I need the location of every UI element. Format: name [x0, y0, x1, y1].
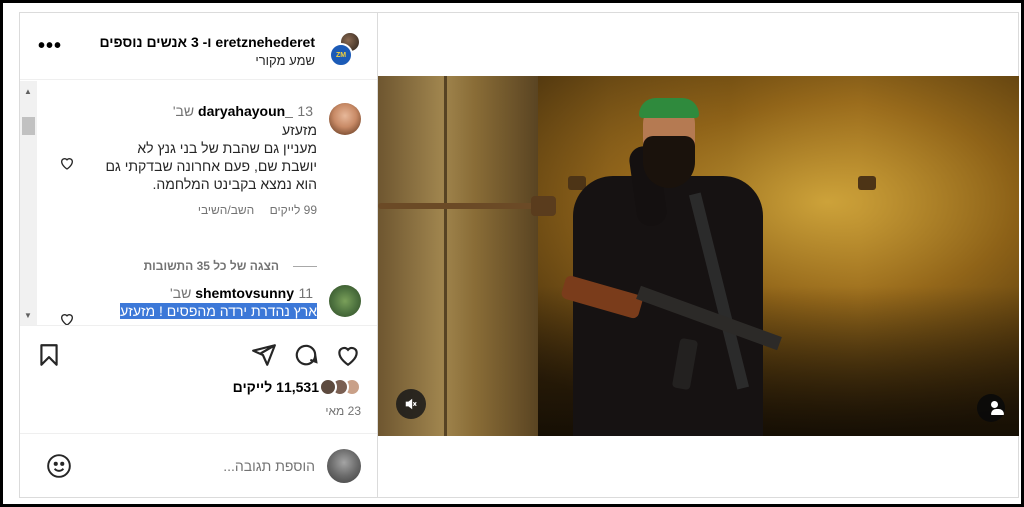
- comment: shemtovsunny 11 שב' ארץ נהדרת ירדה מהפסי…: [41, 285, 361, 325]
- emoji-icon[interactable]: [46, 453, 72, 479]
- video-pipe: [378, 203, 553, 209]
- avatar[interactable]: [329, 285, 361, 317]
- likes-count: 11,531 לייקים: [232, 379, 319, 395]
- screenshot-frame: ZM eretznehederet ו- 3 אנשים נוספים שמע …: [0, 0, 1024, 507]
- view-replies-label: הצגה של כל 35 התשובות: [143, 259, 279, 273]
- comment-body: shemtovsunny 11 שב' ארץ נהדרת ירדה מהפסי…: [87, 285, 317, 321]
- scrollbar-thumb[interactable]: [22, 117, 35, 135]
- comment-username[interactable]: daryahayoun_: [198, 103, 293, 119]
- bookmark-icon[interactable]: [36, 342, 62, 368]
- comments-list[interactable]: ▲ ▼ daryahayoun_ 13 שב' מזעזע מעניין גם …: [20, 81, 377, 325]
- replies-divider: [293, 266, 317, 268]
- post-actions: 11,531 לייקים 23 מאי: [20, 325, 377, 425]
- comment-line: הוא נמצא בקבינט המלחמה.: [152, 176, 318, 192]
- comment-line: מזעזע: [282, 122, 317, 138]
- scroll-down-arrow[interactable]: ▼: [24, 311, 32, 320]
- video-lamp: [858, 176, 876, 190]
- author-avatars[interactable]: ZM: [329, 31, 361, 67]
- avatar[interactable]: [329, 103, 361, 135]
- scrollbar[interactable]: ▲ ▼: [20, 81, 37, 325]
- comment-line: יושבת שם, פעם אחרונה שבדקתי גם: [105, 158, 317, 174]
- comment-body: daryahayoun_ 13 שב' מזעזע מעניין גם שהבת…: [87, 103, 317, 217]
- add-comment-bar: הוספת תגובה...: [20, 433, 377, 497]
- post-video[interactable]: [378, 76, 1019, 436]
- tagged-people-button[interactable]: [977, 394, 1005, 422]
- likers-avatars: [319, 378, 361, 396]
- post-details-panel: ZM eretznehederet ו- 3 אנשים נוספים שמע …: [19, 12, 378, 498]
- avatar: ZM: [329, 43, 353, 67]
- heart-icon[interactable]: [59, 311, 75, 325]
- speaker-muted-icon: [405, 398, 417, 410]
- scroll-up-arrow[interactable]: ▲: [24, 87, 32, 96]
- comment-meta: 99 לייקים השב/השיבי: [87, 203, 317, 217]
- comment-icon[interactable]: [293, 342, 319, 368]
- view-replies-button[interactable]: הצגה של כל 35 התשובות: [144, 259, 317, 273]
- avatar: [327, 449, 361, 483]
- video-rifle: [558, 274, 838, 391]
- reply-button[interactable]: השב/השיבי: [198, 203, 254, 217]
- comment-line: מעניין גם שהבת של בני גנץ לא: [137, 140, 317, 156]
- author-names[interactable]: eretznehederet ו- 3 אנשים נוספים: [100, 34, 316, 50]
- avatar-badge-text: ZM: [335, 51, 347, 59]
- post-header: ZM eretznehederet ו- 3 אנשים נוספים שמע …: [20, 13, 377, 80]
- heart-icon[interactable]: [335, 342, 361, 368]
- comment-text: מזעזע מעניין גם שהבת של בני גנץ לא יושבת…: [87, 121, 317, 193]
- mute-button[interactable]: [396, 389, 426, 419]
- share-icon[interactable]: [251, 342, 277, 368]
- post-date[interactable]: 23 מאי: [325, 404, 361, 418]
- comment: daryahayoun_ 13 שב' מזעזע מעניין גם שהבת…: [41, 103, 361, 243]
- add-comment-input[interactable]: הוספת תגובה...: [223, 458, 315, 474]
- video-wall: [378, 76, 538, 436]
- more-options-button[interactable]: •••: [38, 35, 62, 58]
- audio-label[interactable]: שמע מקורי: [255, 53, 315, 68]
- video-person: [563, 96, 773, 436]
- comment-username[interactable]: shemtovsunny: [195, 285, 294, 301]
- heart-icon[interactable]: [59, 155, 75, 171]
- video-pipe-knob: [531, 196, 556, 216]
- selected-comment-text: ארץ נהדרת ירדה מהפסים ! מזעזע: [120, 303, 317, 319]
- likes-summary[interactable]: 11,531 לייקים: [233, 378, 361, 396]
- avatar: [319, 378, 337, 396]
- comment-likes-count[interactable]: 99 לייקים: [270, 203, 317, 217]
